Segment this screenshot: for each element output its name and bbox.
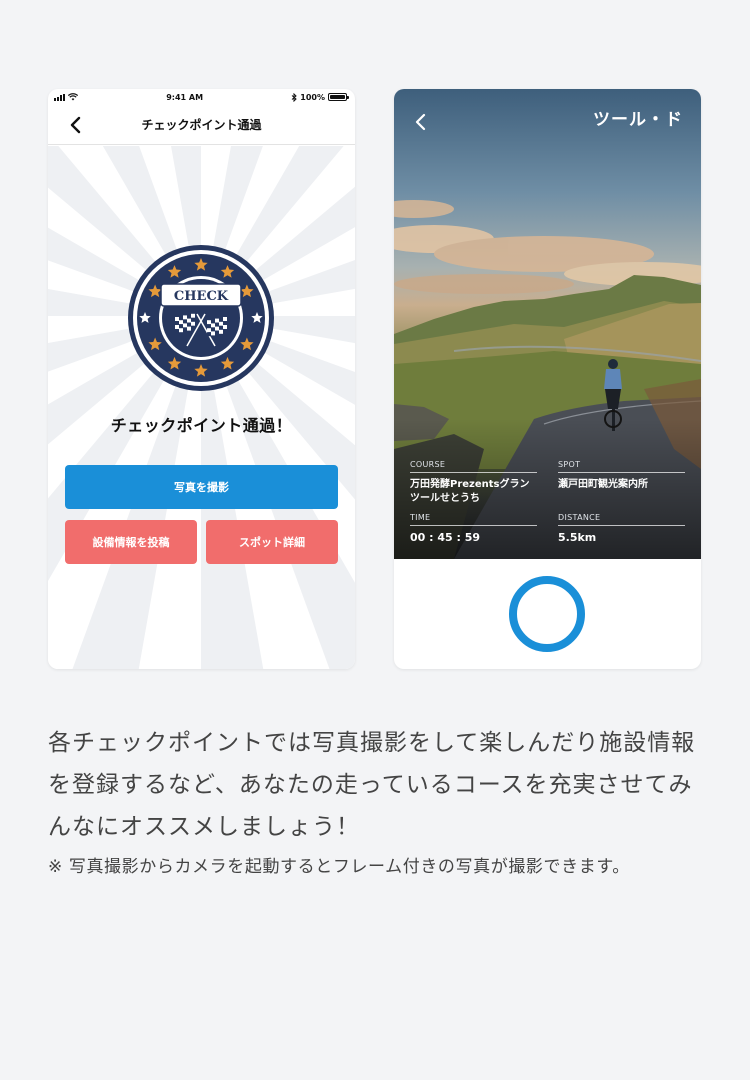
distance-value: 5.5km (558, 531, 597, 544)
note-text: ※ 写真撮影からカメラを起動するとフレーム付きの写真が撮影できます。 (48, 857, 630, 877)
status-time: 9:41 AM (166, 92, 204, 102)
post-facility-info-button[interactable]: 設備情報を投稿 (65, 520, 197, 564)
back-chevron-icon[interactable] (66, 115, 86, 135)
spot-details-button[interactable]: スポット詳細 (206, 520, 338, 564)
camera-screen: ツール・ド COURSE 万田発酵Prezentsグランツールせとうち SPOT… (394, 89, 701, 669)
bluetooth-icon (291, 92, 298, 102)
signal-icon (54, 93, 65, 101)
page-title: チェックポイント通過 (141, 118, 262, 132)
badge-text: CHECK (174, 289, 229, 304)
brand-logo: ツール・ド (593, 110, 683, 130)
course-value: 万田発酵Prezentsグランツールせとうち (410, 479, 530, 504)
time-label: TIME (410, 513, 537, 526)
battery-percent: 100% (300, 92, 325, 102)
sunburst-background: CHECK チェックポイント通過！ 写真を撮影 設備情報を投稿 スポット詳細 (48, 146, 355, 669)
status-bar: 9:41 AM 100% (48, 89, 355, 105)
spot-info: SPOT 瀬戸田町観光案内所 (558, 460, 685, 492)
shutter-button[interactable] (509, 576, 585, 652)
wifi-icon (68, 93, 78, 101)
battery-icon (328, 93, 349, 101)
checkpoint-screen: 9:41 AM 100% チェックポイント通過 CHECK チェックポイント通過… (48, 89, 355, 669)
course-info: COURSE 万田発酵Prezentsグランツールせとうち (410, 460, 537, 506)
check-badge: CHECK (128, 245, 274, 391)
take-photo-button[interactable]: 写真を撮影 (65, 465, 338, 509)
description-text: 各チェックポイントでは写真撮影をして楽しんだり施設情報を登録するなど、あなたの走… (48, 730, 696, 840)
distance-info: DISTANCE 5.5km (558, 513, 685, 545)
checkpoint-heading: チェックポイント通過！ (110, 416, 293, 435)
distance-label: DISTANCE (558, 513, 685, 526)
time-value: 00 : 45 : 59 (410, 531, 481, 544)
spot-label: SPOT (558, 460, 685, 473)
nav-bar: チェックポイント通過 (48, 105, 355, 145)
cyclist-photo: ツール・ド COURSE 万田発酵Prezentsグランツールせとうち SPOT… (394, 89, 701, 559)
time-info: TIME 00 : 45 : 59 (410, 513, 537, 545)
back-chevron-icon[interactable] (410, 111, 432, 133)
course-label: COURSE (410, 460, 537, 473)
spot-value: 瀬戸田町観光案内所 (558, 479, 648, 490)
